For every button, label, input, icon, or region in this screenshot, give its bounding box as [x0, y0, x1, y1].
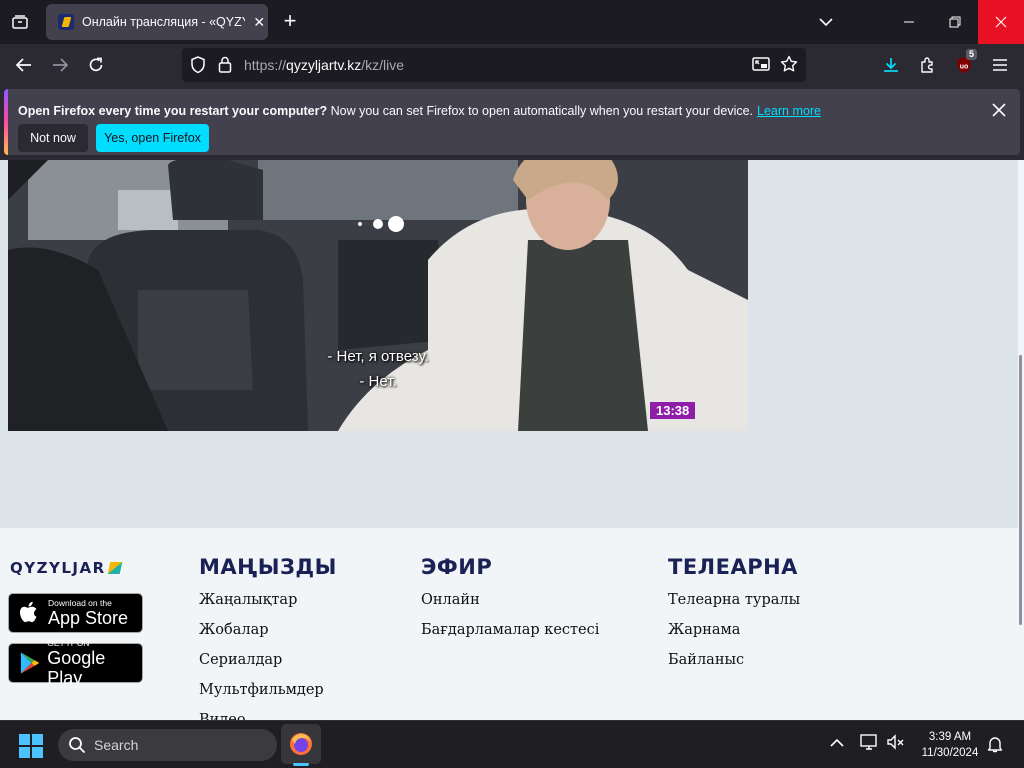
footer-heading-important: МАҢЫЗДЫ [199, 555, 337, 579]
taskbar-clock[interactable]: 3:39 AM 11/30/2024 [918, 729, 982, 761]
footer-link-series[interactable]: Сериалдар [199, 652, 282, 668]
site-favicon-icon [58, 14, 74, 30]
tracking-protection-shield-icon[interactable] [190, 56, 206, 79]
ublock-extension-icon[interactable]: uo 5 [949, 49, 979, 80]
back-arrow-icon[interactable] [9, 50, 39, 80]
notification-accent-strip [4, 89, 8, 155]
notification-bar: Open Firefox every time you restart your… [4, 89, 1020, 155]
app-store-small-text: Download on the [48, 597, 112, 608]
firefox-taskbar-icon[interactable] [281, 724, 321, 764]
clock-time: 3:39 AM [928, 731, 972, 743]
bookmark-star-icon[interactable] [780, 55, 798, 78]
logo-mark-icon [107, 562, 122, 574]
video-subtitles: - Нет, я отвезу. - Нет. [8, 344, 748, 394]
extension-badge-count: 5 [965, 49, 977, 60]
footer-heading-channel: ТЕЛЕАРНА [668, 555, 798, 579]
window-close-button[interactable] [978, 0, 1024, 44]
picture-in-picture-icon[interactable] [752, 56, 770, 77]
all-tabs-icon[interactable] [4, 8, 36, 36]
firefox-running-indicator [293, 763, 309, 766]
lock-icon[interactable] [218, 56, 232, 78]
subtitle-line-2: - Нет. [359, 373, 397, 390]
url-host: qyzyljartv.kz [286, 57, 362, 73]
yes-open-firefox-button[interactable]: Yes, open Firefox [96, 124, 209, 152]
notification-message: Open Firefox every time you restart your… [18, 104, 821, 118]
site-footer: QYZYLJAR Download on the App Store GET I… [0, 528, 1018, 720]
clock-date: 11/30/2024 [921, 747, 979, 759]
footer-link-video[interactable]: Видео [199, 712, 246, 720]
logo-text: QYZYLJAR [10, 559, 106, 577]
app-store-big-text: App Store [48, 607, 129, 628]
app-store-button[interactable]: Download on the App Store [8, 593, 143, 633]
new-tab-button[interactable]: + [276, 8, 304, 36]
learn-more-link[interactable]: Learn more [757, 104, 821, 118]
google-play-icon [20, 652, 39, 674]
taskbar-search-box[interactable]: Search [58, 729, 277, 761]
tab-close-icon[interactable]: ✕ [251, 14, 268, 31]
page-scrollbar-thumb[interactable] [1019, 355, 1022, 625]
google-play-small-text: GET IT ON [47, 637, 90, 648]
footer-link-cartoons[interactable]: Мультфильмдер [199, 682, 324, 698]
live-video-player[interactable]: - Нет, я отвезу. - Нет. 13:38 [8, 160, 748, 431]
tab-title: Онлайн трансляция - «QYZYL [82, 15, 245, 29]
window-restore-button[interactable] [932, 0, 978, 44]
browser-tab-active[interactable]: Онлайн трансляция - «QYZYL ✕ [46, 4, 268, 40]
google-play-big-text: Google Play [47, 647, 106, 688]
search-icon [69, 737, 86, 754]
url-text[interactable]: https://qyzyljartv.kz/kz/live [244, 57, 404, 73]
list-tabs-chevron-icon[interactable] [812, 10, 840, 34]
footer-link-about[interactable]: Телеарна туралы [668, 592, 800, 608]
google-play-button[interactable]: GET IT ON Google Play [8, 638, 143, 688]
footer-link-contact[interactable]: Байланыс [668, 652, 744, 668]
navigation-toolbar: https://qyzyljartv.kz/kz/live uo 5 [0, 44, 1024, 86]
apple-icon [20, 601, 37, 623]
windows-start-icon[interactable] [18, 733, 44, 759]
address-bar[interactable]: https://qyzyljartv.kz/kz/live [182, 48, 806, 82]
video-clock-badge: 13:38 [650, 402, 696, 419]
footer-link-advertising[interactable]: Жарнама [668, 622, 740, 638]
subtitle-line-1: - Нет, я отвезу. [327, 348, 429, 365]
footer-link-online[interactable]: Онлайн [421, 592, 480, 608]
volume-muted-icon[interactable] [886, 733, 904, 756]
notification-title: Open Firefox every time you restart your… [18, 104, 328, 118]
web-page: - Нет, я отвезу. - Нет. 13:38 QYZYLJAR D… [0, 160, 1024, 720]
footer-link-projects[interactable]: Жобалар [199, 622, 269, 638]
forward-arrow-icon[interactable] [45, 50, 75, 80]
not-now-button[interactable]: Not now [18, 124, 88, 152]
window-minimize-button[interactable] [886, 0, 932, 44]
svg-text:uo: uo [960, 64, 969, 71]
show-hidden-icons-chevron-icon[interactable] [830, 735, 844, 753]
url-path: /kz/live [361, 57, 405, 73]
search-placeholder: Search [94, 737, 139, 753]
hamburger-menu-icon[interactable] [985, 50, 1015, 80]
extensions-puzzle-icon[interactable] [913, 50, 943, 80]
footer-link-news[interactable]: Жаңалықтар [199, 592, 297, 608]
notification-bell-icon[interactable] [987, 735, 1003, 758]
windows-taskbar: Search 3:39 AM 11/30/2024 [0, 720, 1024, 768]
notification-text: Now you can set Firefox to open automati… [327, 104, 754, 118]
url-scheme: https:// [244, 57, 287, 73]
footer-heading-broadcast: ЭФИР [421, 555, 493, 579]
tab-strip: Онлайн трансляция - «QYZYL ✕ + [0, 0, 1024, 44]
notification-bar-container: Open Firefox every time you restart your… [0, 86, 1024, 160]
footer-logo[interactable]: QYZYLJAR [10, 559, 122, 577]
reload-icon[interactable] [81, 50, 111, 80]
network-display-icon[interactable] [860, 733, 878, 756]
notification-close-icon[interactable] [988, 99, 1010, 121]
footer-link-schedule[interactable]: Бағдарламалар кестесі [421, 622, 599, 638]
downloads-icon[interactable] [876, 50, 906, 80]
